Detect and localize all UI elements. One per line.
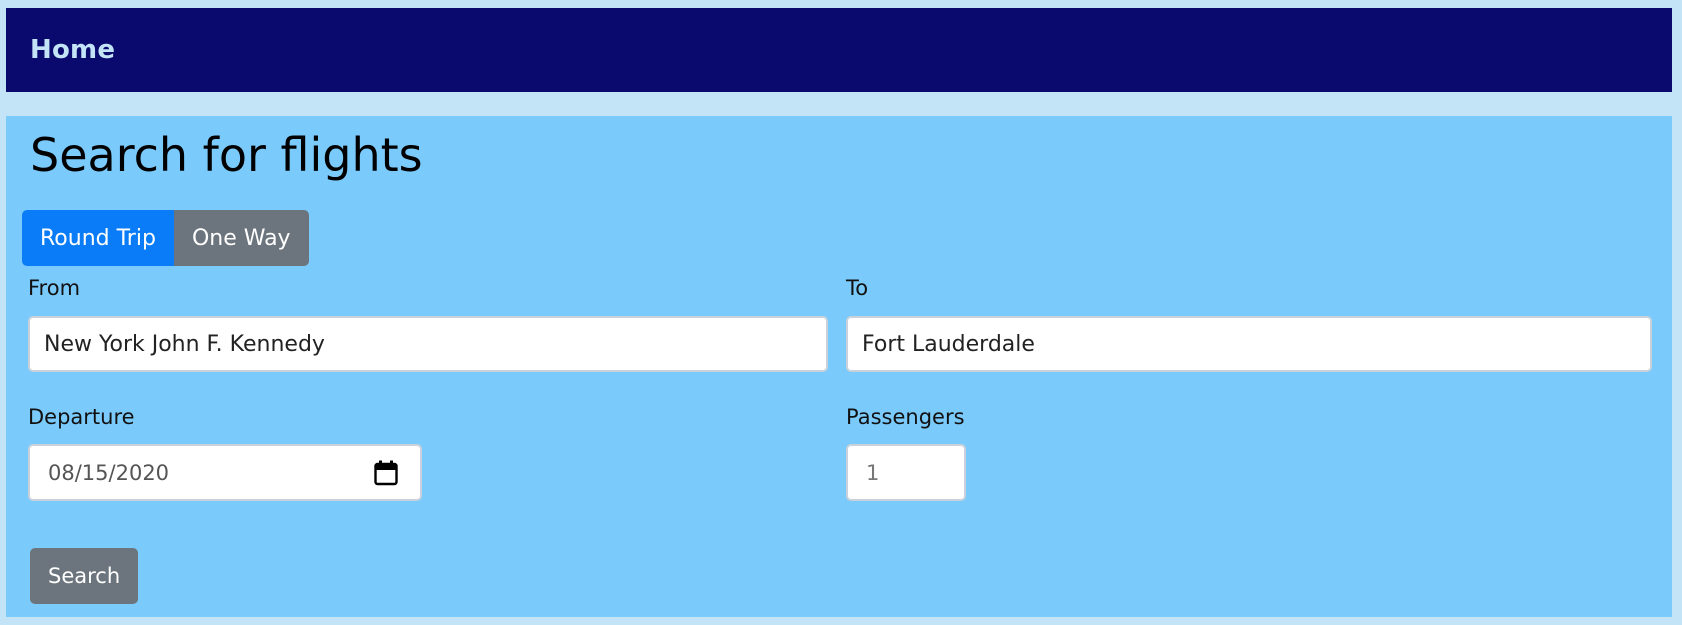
passengers-value: 1 xyxy=(866,460,880,485)
search-panel: Search for flights Round Trip One Way Fr… xyxy=(6,116,1672,617)
passengers-label: Passengers xyxy=(846,405,965,429)
to-input[interactable] xyxy=(846,316,1652,372)
trip-type-toggle: Round Trip One Way xyxy=(22,210,309,266)
home-link[interactable]: Home xyxy=(30,35,115,65)
navbar: Home xyxy=(6,8,1672,92)
to-label: To xyxy=(846,276,869,300)
from-input[interactable] xyxy=(28,316,828,372)
search-button[interactable]: Search xyxy=(30,548,139,604)
departure-date-value: 08/15/2020 xyxy=(48,460,170,485)
from-label: From xyxy=(28,276,81,300)
passengers-input[interactable]: 1 xyxy=(846,444,966,501)
page-title: Search for flights xyxy=(30,128,423,182)
one-way-button[interactable]: One Way xyxy=(173,210,309,266)
round-trip-button[interactable]: Round Trip xyxy=(22,210,174,266)
calendar-icon[interactable] xyxy=(374,460,398,486)
departure-date-input[interactable]: 08/15/2020 xyxy=(28,444,422,501)
departure-label: Departure xyxy=(28,405,135,429)
